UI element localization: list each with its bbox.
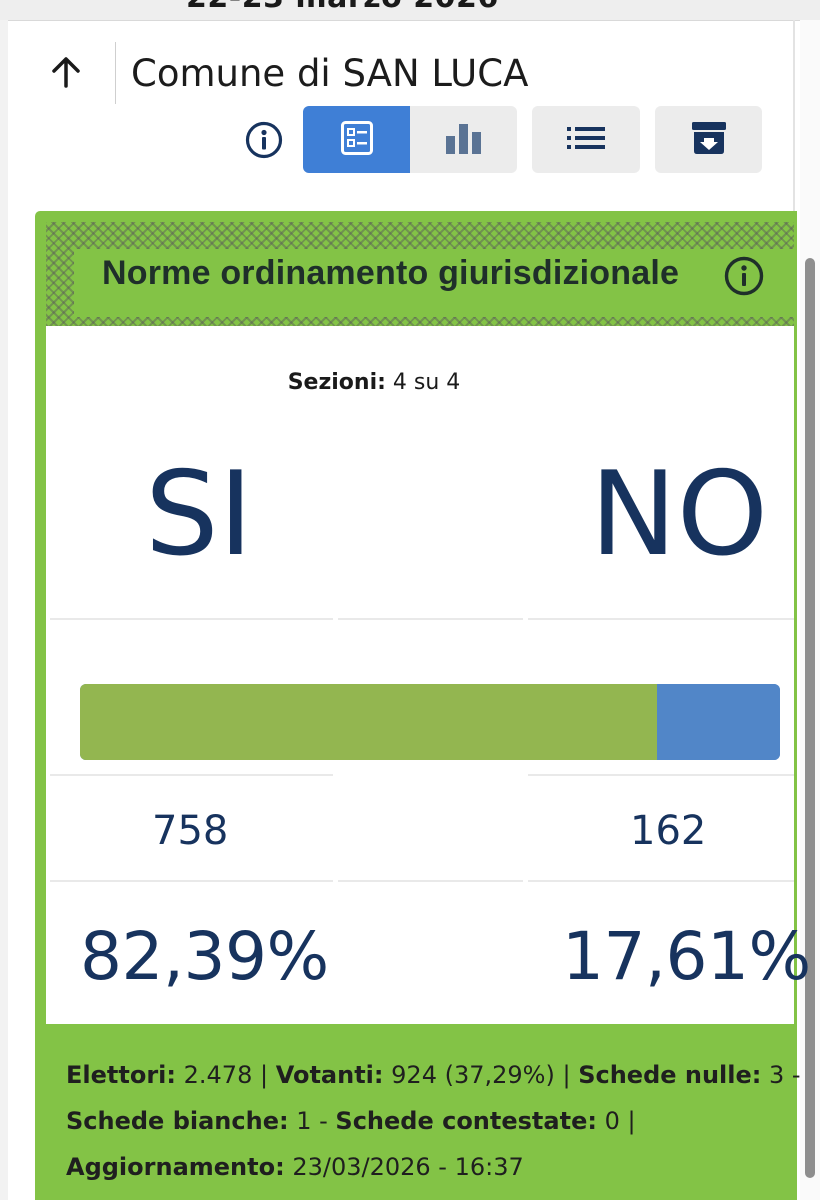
archive-button[interactable] bbox=[655, 106, 762, 173]
page-edge bbox=[0, 20, 8, 1200]
list-view-button[interactable] bbox=[532, 106, 640, 173]
si-bar-segment bbox=[80, 684, 657, 760]
divider bbox=[50, 880, 333, 882]
divider bbox=[50, 618, 333, 620]
aggiornamento-value: 23/03/2026 - 16:37 bbox=[292, 1153, 524, 1181]
divider bbox=[528, 880, 794, 882]
si-label: SI bbox=[145, 447, 253, 582]
chart-view-button[interactable] bbox=[410, 106, 517, 173]
no-percent: 17,61% bbox=[562, 918, 811, 995]
nulle-value: 3 - bbox=[769, 1061, 801, 1089]
si-votes: 758 bbox=[152, 808, 229, 854]
summary-list-icon bbox=[340, 120, 373, 159]
divider bbox=[50, 774, 333, 776]
bullet-list-icon bbox=[567, 126, 605, 154]
votanti-value: 924 (37,29%) bbox=[391, 1061, 555, 1089]
info-circle-icon[interactable] bbox=[245, 121, 283, 159]
divider bbox=[338, 880, 523, 882]
si-percent: 82,39% bbox=[80, 918, 329, 995]
summary-view-button[interactable] bbox=[303, 106, 410, 173]
aggiornamento-label: Aggiornamento: bbox=[66, 1153, 285, 1181]
archive-download-icon bbox=[691, 121, 727, 159]
turnout-summary: Elettori: 2.478 | Votanti: 924 (37,29%) … bbox=[66, 1061, 801, 1181]
sezioni-label: Sezioni: bbox=[287, 370, 386, 395]
nulle-label: Schede nulle: bbox=[578, 1061, 762, 1089]
arrow-up-icon[interactable] bbox=[44, 50, 88, 94]
divider bbox=[528, 618, 794, 620]
no-bar-segment bbox=[656, 684, 780, 760]
referendum-title: Norme ordinamento giurisdizionale bbox=[102, 254, 680, 292]
divider bbox=[338, 618, 523, 620]
bianche-value: 1 - bbox=[296, 1107, 328, 1135]
contestate-label: Schede contestate: bbox=[335, 1107, 597, 1135]
info-circle-icon[interactable] bbox=[724, 256, 764, 296]
result-bar bbox=[80, 684, 780, 760]
scrollbar-thumb[interactable] bbox=[805, 258, 815, 1178]
sezioni-count: Sezioni: 4 su 4 bbox=[0, 370, 748, 395]
election-date: 22-23 marzo 2026 bbox=[186, 0, 499, 15]
sezioni-value: 4 su 4 bbox=[392, 370, 461, 395]
no-votes: 162 bbox=[630, 808, 707, 854]
bar-chart-icon bbox=[444, 122, 484, 158]
divider bbox=[528, 774, 794, 776]
no-label: NO bbox=[590, 447, 769, 582]
top-date-bar: 22-23 marzo 2026 bbox=[0, 0, 820, 21]
header-divider bbox=[115, 42, 116, 104]
bianche-label: Schede bianche: bbox=[66, 1107, 289, 1135]
page-title: Comune di SAN LUCA bbox=[131, 52, 529, 95]
votanti-label: Votanti: bbox=[275, 1061, 384, 1089]
elettori-value: 2.478 bbox=[183, 1061, 253, 1089]
contestate-value: 0 | bbox=[604, 1107, 636, 1135]
elettori-label: Elettori: bbox=[66, 1061, 176, 1089]
